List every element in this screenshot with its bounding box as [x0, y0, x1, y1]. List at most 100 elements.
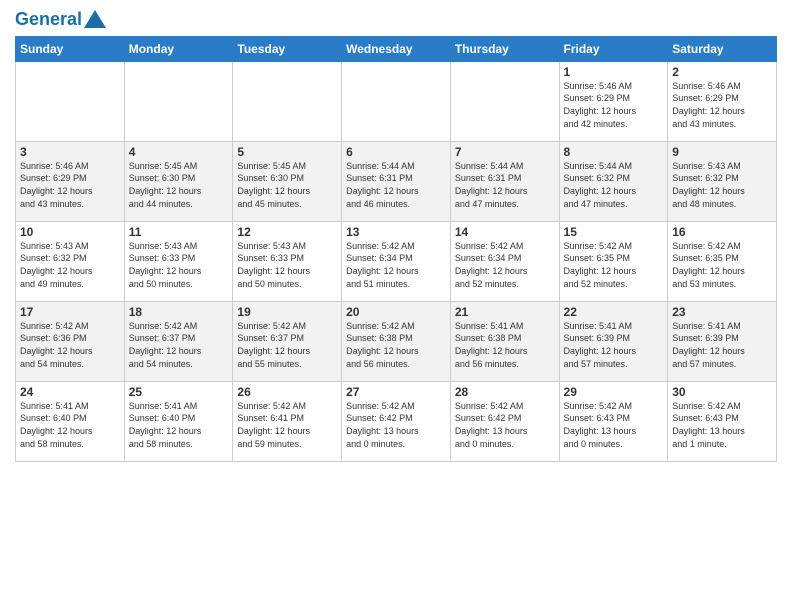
day-number: 17: [20, 305, 120, 319]
day-cell: [342, 61, 451, 141]
day-number: 6: [346, 145, 446, 159]
day-number: 3: [20, 145, 120, 159]
day-detail: Sunrise: 5:42 AM Sunset: 6:34 PM Dayligh…: [455, 240, 555, 290]
day-number: 5: [237, 145, 337, 159]
day-number: 27: [346, 385, 446, 399]
day-cell: 1Sunrise: 5:46 AM Sunset: 6:29 PM Daylig…: [559, 61, 668, 141]
day-detail: Sunrise: 5:43 AM Sunset: 6:33 PM Dayligh…: [129, 240, 229, 290]
day-detail: Sunrise: 5:45 AM Sunset: 6:30 PM Dayligh…: [237, 160, 337, 210]
day-number: 19: [237, 305, 337, 319]
day-detail: Sunrise: 5:42 AM Sunset: 6:37 PM Dayligh…: [129, 320, 229, 370]
day-number: 26: [237, 385, 337, 399]
day-cell: 28Sunrise: 5:42 AM Sunset: 6:42 PM Dayli…: [450, 381, 559, 461]
day-detail: Sunrise: 5:43 AM Sunset: 6:32 PM Dayligh…: [672, 160, 772, 210]
day-detail: Sunrise: 5:42 AM Sunset: 6:41 PM Dayligh…: [237, 400, 337, 450]
calendar-container: General SundayMondayTuesdayWednesdayThur…: [0, 0, 792, 467]
week-row-3: 17Sunrise: 5:42 AM Sunset: 6:36 PM Dayli…: [16, 301, 777, 381]
day-detail: Sunrise: 5:46 AM Sunset: 6:29 PM Dayligh…: [20, 160, 120, 210]
day-number: 12: [237, 225, 337, 239]
week-row-0: 1Sunrise: 5:46 AM Sunset: 6:29 PM Daylig…: [16, 61, 777, 141]
weekday-saturday: Saturday: [668, 36, 777, 61]
day-cell: 5Sunrise: 5:45 AM Sunset: 6:30 PM Daylig…: [233, 141, 342, 221]
day-cell: 13Sunrise: 5:42 AM Sunset: 6:34 PM Dayli…: [342, 221, 451, 301]
day-cell: 19Sunrise: 5:42 AM Sunset: 6:37 PM Dayli…: [233, 301, 342, 381]
day-number: 11: [129, 225, 229, 239]
day-cell: 20Sunrise: 5:42 AM Sunset: 6:38 PM Dayli…: [342, 301, 451, 381]
week-row-2: 10Sunrise: 5:43 AM Sunset: 6:32 PM Dayli…: [16, 221, 777, 301]
day-cell: [124, 61, 233, 141]
day-detail: Sunrise: 5:44 AM Sunset: 6:31 PM Dayligh…: [346, 160, 446, 210]
day-cell: 30Sunrise: 5:42 AM Sunset: 6:43 PM Dayli…: [668, 381, 777, 461]
day-cell: 23Sunrise: 5:41 AM Sunset: 6:39 PM Dayli…: [668, 301, 777, 381]
day-detail: Sunrise: 5:46 AM Sunset: 6:29 PM Dayligh…: [564, 80, 664, 130]
weekday-friday: Friday: [559, 36, 668, 61]
day-number: 13: [346, 225, 446, 239]
day-cell: [16, 61, 125, 141]
day-cell: 24Sunrise: 5:41 AM Sunset: 6:40 PM Dayli…: [16, 381, 125, 461]
weekday-wednesday: Wednesday: [342, 36, 451, 61]
day-detail: Sunrise: 5:42 AM Sunset: 6:42 PM Dayligh…: [346, 400, 446, 450]
day-number: 30: [672, 385, 772, 399]
day-cell: 11Sunrise: 5:43 AM Sunset: 6:33 PM Dayli…: [124, 221, 233, 301]
day-cell: [450, 61, 559, 141]
day-cell: 6Sunrise: 5:44 AM Sunset: 6:31 PM Daylig…: [342, 141, 451, 221]
day-cell: 16Sunrise: 5:42 AM Sunset: 6:35 PM Dayli…: [668, 221, 777, 301]
weekday-thursday: Thursday: [450, 36, 559, 61]
day-number: 20: [346, 305, 446, 319]
day-detail: Sunrise: 5:42 AM Sunset: 6:38 PM Dayligh…: [346, 320, 446, 370]
day-number: 4: [129, 145, 229, 159]
day-detail: Sunrise: 5:44 AM Sunset: 6:32 PM Dayligh…: [564, 160, 664, 210]
day-detail: Sunrise: 5:46 AM Sunset: 6:29 PM Dayligh…: [672, 80, 772, 130]
day-detail: Sunrise: 5:42 AM Sunset: 6:36 PM Dayligh…: [20, 320, 120, 370]
day-number: 10: [20, 225, 120, 239]
day-detail: Sunrise: 5:41 AM Sunset: 6:39 PM Dayligh…: [564, 320, 664, 370]
day-cell: 7Sunrise: 5:44 AM Sunset: 6:31 PM Daylig…: [450, 141, 559, 221]
day-detail: Sunrise: 5:41 AM Sunset: 6:39 PM Dayligh…: [672, 320, 772, 370]
day-detail: Sunrise: 5:42 AM Sunset: 6:35 PM Dayligh…: [672, 240, 772, 290]
day-detail: Sunrise: 5:42 AM Sunset: 6:34 PM Dayligh…: [346, 240, 446, 290]
day-cell: 27Sunrise: 5:42 AM Sunset: 6:42 PM Dayli…: [342, 381, 451, 461]
day-cell: 22Sunrise: 5:41 AM Sunset: 6:39 PM Dayli…: [559, 301, 668, 381]
day-detail: Sunrise: 5:42 AM Sunset: 6:42 PM Dayligh…: [455, 400, 555, 450]
day-number: 16: [672, 225, 772, 239]
day-number: 22: [564, 305, 664, 319]
calendar-table: SundayMondayTuesdayWednesdayThursdayFrid…: [15, 36, 777, 462]
day-detail: Sunrise: 5:44 AM Sunset: 6:31 PM Dayligh…: [455, 160, 555, 210]
day-number: 28: [455, 385, 555, 399]
day-detail: Sunrise: 5:43 AM Sunset: 6:33 PM Dayligh…: [237, 240, 337, 290]
week-row-1: 3Sunrise: 5:46 AM Sunset: 6:29 PM Daylig…: [16, 141, 777, 221]
day-number: 8: [564, 145, 664, 159]
day-detail: Sunrise: 5:41 AM Sunset: 6:40 PM Dayligh…: [129, 400, 229, 450]
day-cell: 25Sunrise: 5:41 AM Sunset: 6:40 PM Dayli…: [124, 381, 233, 461]
day-cell: 18Sunrise: 5:42 AM Sunset: 6:37 PM Dayli…: [124, 301, 233, 381]
logo-text: General: [15, 10, 82, 30]
day-number: 9: [672, 145, 772, 159]
day-number: 18: [129, 305, 229, 319]
weekday-sunday: Sunday: [16, 36, 125, 61]
day-number: 25: [129, 385, 229, 399]
header: General: [15, 10, 777, 28]
logo-icon: [84, 10, 106, 28]
day-detail: Sunrise: 5:42 AM Sunset: 6:43 PM Dayligh…: [564, 400, 664, 450]
day-detail: Sunrise: 5:41 AM Sunset: 6:40 PM Dayligh…: [20, 400, 120, 450]
day-cell: 12Sunrise: 5:43 AM Sunset: 6:33 PM Dayli…: [233, 221, 342, 301]
day-cell: 2Sunrise: 5:46 AM Sunset: 6:29 PM Daylig…: [668, 61, 777, 141]
day-cell: 10Sunrise: 5:43 AM Sunset: 6:32 PM Dayli…: [16, 221, 125, 301]
day-number: 14: [455, 225, 555, 239]
day-cell: 8Sunrise: 5:44 AM Sunset: 6:32 PM Daylig…: [559, 141, 668, 221]
day-number: 1: [564, 65, 664, 79]
day-cell: 26Sunrise: 5:42 AM Sunset: 6:41 PM Dayli…: [233, 381, 342, 461]
day-cell: 3Sunrise: 5:46 AM Sunset: 6:29 PM Daylig…: [16, 141, 125, 221]
day-detail: Sunrise: 5:43 AM Sunset: 6:32 PM Dayligh…: [20, 240, 120, 290]
day-cell: 17Sunrise: 5:42 AM Sunset: 6:36 PM Dayli…: [16, 301, 125, 381]
day-number: 24: [20, 385, 120, 399]
weekday-tuesday: Tuesday: [233, 36, 342, 61]
day-number: 29: [564, 385, 664, 399]
day-cell: [233, 61, 342, 141]
day-number: 15: [564, 225, 664, 239]
day-cell: 9Sunrise: 5:43 AM Sunset: 6:32 PM Daylig…: [668, 141, 777, 221]
day-number: 21: [455, 305, 555, 319]
logo[interactable]: General: [15, 10, 106, 28]
weekday-header-row: SundayMondayTuesdayWednesdayThursdayFrid…: [16, 36, 777, 61]
day-cell: 29Sunrise: 5:42 AM Sunset: 6:43 PM Dayli…: [559, 381, 668, 461]
